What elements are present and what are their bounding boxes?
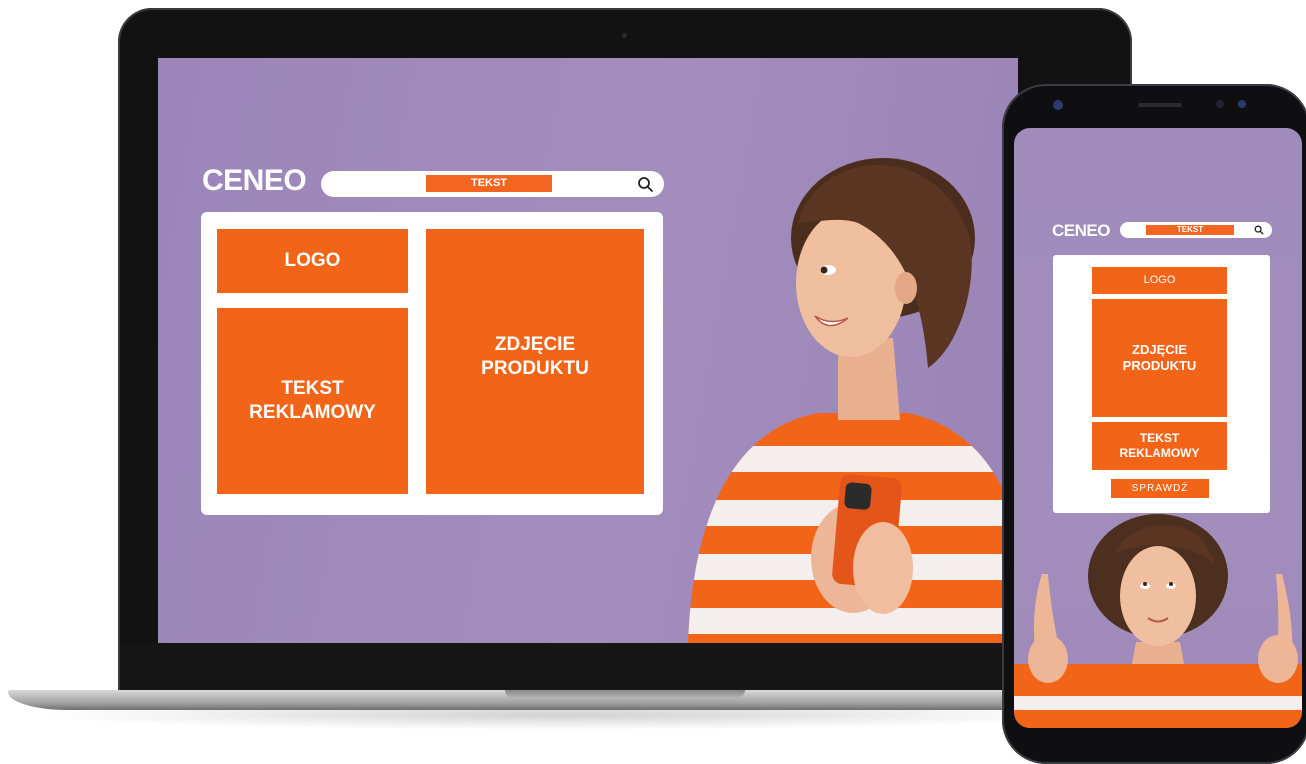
logo-tile-label: LOGO — [284, 250, 341, 272]
ad-text-tile: TEKST REKLAMOWY — [217, 308, 408, 494]
ceneo-logo: CENEO — [202, 164, 307, 197]
product-photo-mobile-line1: ZDJĘCIE — [1132, 341, 1187, 357]
ad-panel-mobile: LOGO ZDJĘCIE PRODUKTU TEKST REKLAMOWY SP… — [1053, 255, 1270, 513]
ceneo-logo-mobile: CENEO — [1052, 221, 1110, 240]
product-photo-tile-mobile: ZDJĘCIE PRODUKTU — [1092, 299, 1227, 417]
ad-panel: LOGO TEKST REKLAMOWY ZDJĘCIE PRODUKTU — [201, 212, 663, 515]
logo-tile: LOGO — [217, 229, 408, 293]
ad-text-mobile-line1: TEKST — [1139, 431, 1180, 445]
laptop-opening-notch — [505, 690, 745, 698]
ad-text-tile-mobile: TEKST REKLAMOWY — [1092, 422, 1227, 470]
phone-iris-scanner — [1238, 100, 1246, 108]
logo-tile-mobile: LOGO — [1092, 267, 1227, 294]
search-icon[interactable] — [1254, 225, 1264, 235]
search-text-placeholder-mobile: TEKST — [1146, 225, 1234, 235]
woman-pointing-up-photo — [1014, 514, 1302, 728]
ad-text-line2: REKLAMOWY — [249, 402, 376, 423]
laptop-camera — [622, 33, 627, 38]
product-photo-mobile-line2: PRODUKTU — [1122, 358, 1197, 373]
phone-sensor — [1216, 100, 1224, 108]
laptop-bezel-bottom — [120, 643, 1130, 691]
ad-text-mobile-line2: REKLAMOWY — [1119, 446, 1200, 460]
phone-screen: CENEO TEKST LOGO ZDJĘCIE PRODUKTU TEKST … — [1014, 128, 1302, 728]
search-bar[interactable]: TEKST — [321, 171, 664, 197]
search-bar-mobile[interactable]: TEKST — [1120, 222, 1272, 238]
product-photo-line1: ZDJĘCIE — [494, 334, 576, 355]
search-icon[interactable] — [637, 176, 654, 193]
product-photo-tile: ZDJĘCIE PRODUKTU — [426, 229, 644, 494]
product-photo-line2: PRODUKTU — [481, 357, 589, 379]
search-text-placeholder: TEKST — [426, 175, 552, 192]
check-button[interactable]: SPRAWDŹ — [1111, 479, 1209, 498]
phone-front-camera — [1053, 100, 1063, 110]
logo-tile-mobile-label: LOGO — [1143, 273, 1176, 286]
ad-text-line1: TEKST — [281, 378, 344, 400]
laptop-screen: CENEO TEKST LOGO TEKST REKLAMOWY ZDJĘCIE… — [158, 58, 1018, 643]
woman-with-phone-photo — [688, 158, 1018, 643]
phone-earpiece — [1138, 103, 1182, 107]
